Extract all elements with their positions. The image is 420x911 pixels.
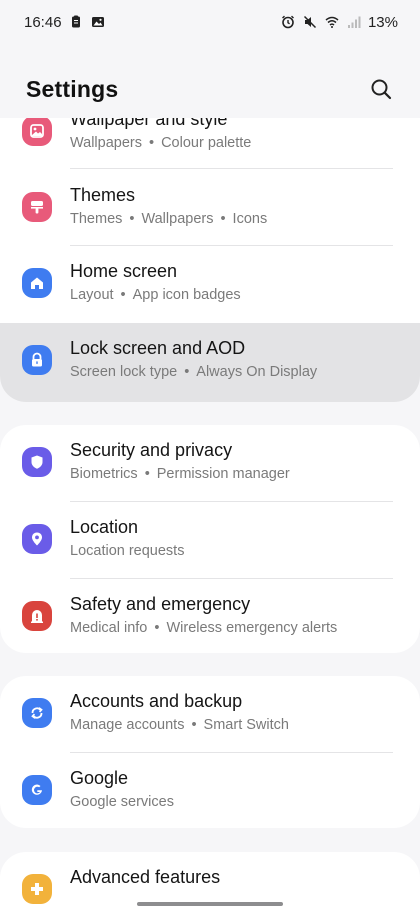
status-bar: 16:46 13% <box>0 0 420 44</box>
mute-icon <box>302 14 318 30</box>
settings-item-title: Themes <box>70 185 136 205</box>
settings-item-title: Safety and emergency <box>70 594 251 614</box>
status-bar-left: 16:46 <box>24 14 106 31</box>
settings-item-title: Accounts and backup <box>70 691 243 711</box>
settings-item-title: Security and privacy <box>70 440 233 460</box>
settings-list[interactable]: Wallpaper and style Wallpapers • Colour pa… <box>0 118 420 911</box>
settings-item-subtitle: Location requests <box>70 543 185 559</box>
search-icon <box>371 79 392 100</box>
settings-item-subtitle: Layout • App icon badges <box>70 287 241 303</box>
settings-item-home-screen[interactable]: Home screen Layout • App icon badges <box>0 246 420 322</box>
search-button[interactable] <box>364 72 398 106</box>
gesture-navigation-bar[interactable] <box>137 902 283 906</box>
settings-item-subtitle: Manage accounts • Smart Switch <box>70 717 289 733</box>
settings-group-display: Wallpaper and style Wallpapers • Colour pa… <box>0 118 420 402</box>
status-time: 16:46 <box>24 13 62 31</box>
status-bar-right: 13% <box>280 14 398 31</box>
page-title: Settings <box>26 75 119 102</box>
settings-item-title: Location <box>70 517 139 537</box>
sync-icon <box>22 698 52 728</box>
settings-item-title: Home screen <box>70 261 178 281</box>
alarm-icon <box>280 14 296 30</box>
settings-item-subtitle: Screen lock type • Always On Display <box>70 364 318 380</box>
settings-item-google[interactable]: Google Google services <box>0 753 420 828</box>
advanced-features-icon <box>22 874 52 904</box>
shield-icon <box>22 447 52 477</box>
lock-icon <box>22 345 52 375</box>
wifi-icon <box>324 14 340 30</box>
settings-group-security: Security and privacy Biometrics • Permissi… <box>0 425 420 653</box>
brush-icon <box>22 192 52 222</box>
settings-item-accounts-and-backup[interactable]: Accounts and backup Manage accounts • Smar… <box>0 676 420 752</box>
divider <box>70 168 393 169</box>
settings-item-title: Google <box>70 768 129 788</box>
settings-item-subtitle: Google services <box>70 794 174 810</box>
home-icon <box>22 268 52 298</box>
google-icon <box>22 775 52 805</box>
settings-item-wallpaper-and-style[interactable]: Wallpaper and style Wallpapers • Colour pa… <box>0 118 420 170</box>
settings-item-subtitle: Medical info • Wireless emergency alerts <box>70 620 338 636</box>
settings-item-subtitle: Biometrics • Permission manager <box>70 466 290 482</box>
battery-percentage: 13% <box>367 13 398 31</box>
settings-group-accounts: Accounts and backup Manage accounts • Smar… <box>0 676 420 828</box>
settings-item-title: Lock screen and AOD <box>70 338 246 358</box>
wallpaper-icon <box>22 118 52 146</box>
settings-item-title: Wallpaper and style <box>70 118 228 129</box>
settings-item-subtitle: Themes • Wallpapers • Icons <box>70 211 268 227</box>
settings-item-safety-and-emergency[interactable]: Safety and emergency Medical info • Wirele… <box>0 579 420 653</box>
emergency-icon <box>22 601 52 631</box>
header: Settings <box>0 66 420 112</box>
settings-item-lock-screen-and-aod[interactable]: Lock screen and AOD Screen lock type • Alw… <box>0 323 420 402</box>
settings-item-location[interactable]: Location Location requests <box>0 502 420 578</box>
settings-item-themes[interactable]: Themes Themes • Wallpapers • Icons <box>0 170 420 246</box>
gallery-icon <box>90 14 106 30</box>
clipboard-icon <box>68 14 84 30</box>
settings-item-title: Advanced features <box>70 867 221 887</box>
settings-item-security-and-privacy[interactable]: Security and privacy Biometrics • Permissi… <box>0 425 420 501</box>
location-pin-icon <box>22 524 52 554</box>
signal-icon <box>346 14 362 30</box>
settings-item-subtitle: Wallpapers • Colour palette <box>70 135 252 151</box>
